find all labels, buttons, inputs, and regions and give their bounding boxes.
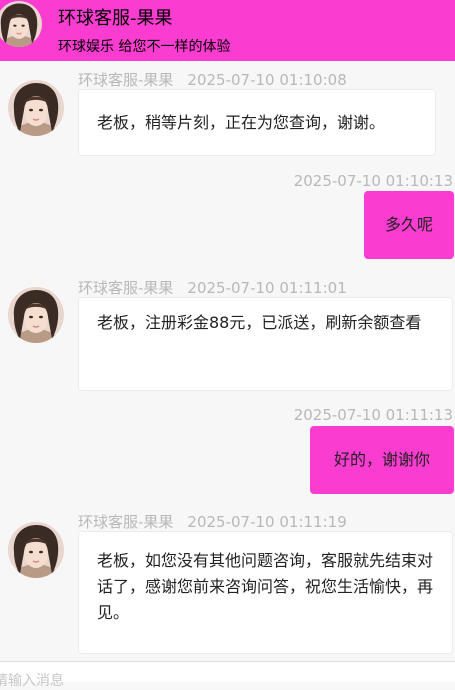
message-text: 老板，稍等片刻，正在为您查询，谢谢。	[97, 112, 386, 132]
agent-avatar-icon[interactable]	[8, 522, 64, 578]
message-bubble-right: 多久呢	[364, 191, 454, 259]
message-text: 老板，如您没有其他问题咨询，客服就先结束对话了，感谢您前来咨询问答，祝您生活愉快…	[97, 551, 434, 622]
sender-name: 环球客服-果果	[78, 279, 174, 297]
agent-avatar-icon[interactable]	[8, 80, 64, 136]
message-time: 2025-07-10 01:10:13	[293, 172, 453, 190]
message-bubble-left: 老板，注册彩金88元，已派送，刷新余额查看	[78, 297, 453, 391]
message-bubble-left: 老板，如您没有其他问题咨询，客服就先结束对话了，感谢您前来咨询问答，祝您生活愉快…	[78, 531, 453, 654]
message-time: 2025-07-10 01:10:08	[187, 71, 347, 89]
sender-name: 环球客服-果果	[78, 513, 174, 531]
message-input-placeholder: 请输入消息	[0, 673, 64, 689]
message-bubble-right: 好的，谢谢你	[310, 426, 454, 494]
agent-avatar-icon[interactable]	[8, 287, 64, 343]
message-input-bar[interactable]: 请输入消息	[0, 661, 455, 689]
message-meta: 环球客服-果果 2025-07-10 01:10:08	[78, 69, 347, 90]
message-meta: 环球客服-果果 2025-07-10 01:11:19	[78, 511, 347, 532]
message-time: 2025-07-10 01:11:01	[187, 279, 347, 297]
message-time: 2025-07-10 01:11:19	[187, 513, 347, 531]
page-title: 环球客服-果果	[58, 8, 173, 29]
chat-header: 环球客服-果果 环球娱乐 给您不一样的体验	[0, 0, 455, 61]
sender-name: 环球客服-果果	[78, 71, 174, 89]
agent-avatar-icon[interactable]	[0, 1, 42, 47]
message-text: 老板，注册彩金88元，已派送，刷新余额查看	[97, 313, 422, 332]
message-text: 多久呢	[384, 215, 433, 234]
message-time: 2025-07-10 01:11:13	[293, 406, 453, 424]
message-bubble-left: 老板，稍等片刻，正在为您查询，谢谢。	[78, 89, 436, 156]
page-subtitle: 环球娱乐 给您不一样的体验	[58, 39, 231, 55]
message-text: 好的，谢谢你	[333, 450, 430, 469]
message-meta: 环球客服-果果 2025-07-10 01:11:01	[78, 277, 347, 298]
